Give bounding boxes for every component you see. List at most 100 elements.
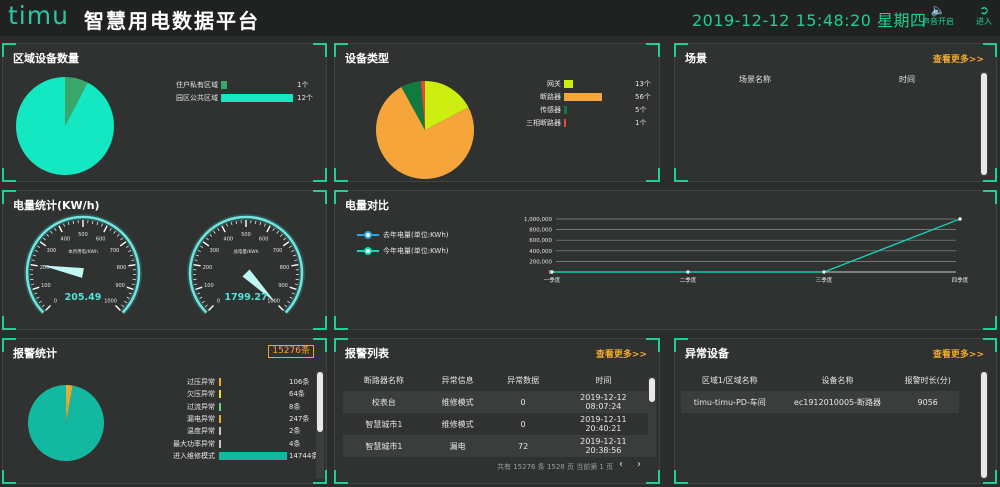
gauge-minor-tick [34,292,38,295]
gauge-needle [41,265,84,278]
legend-label: 园区公共区域 [176,94,218,102]
table-cell: 智慧城市1 [343,435,425,457]
gauge-major-tick [282,241,290,247]
legend-label: 过压异常 [187,378,215,386]
table-row[interactable]: 智慧城市1 漏电 72 2019-12-11 20:38:56 [343,435,651,457]
table-row[interactable]: 智慧城市1 维修模式 0 2019-12-11 20:40:21 [343,413,651,435]
gauge-tick-label: 600 [96,236,106,242]
gauge-minor-tick [206,237,209,241]
legend-value: 106条 [289,378,310,386]
gauge-minor-tick [294,283,298,285]
legend-label: 过流异常 [187,402,215,411]
gauge-major-tick [266,225,271,233]
alarm-list-more-link[interactable]: 查看更多>> [596,347,647,360]
legend-bar [219,427,221,436]
gauge-minor-tick [199,296,203,299]
legend-bar [564,119,566,127]
column-header: 异常数据 [507,375,540,385]
gauge-minor-tick [63,223,65,227]
gauge-tick-label: 300 [47,248,57,254]
legend-value: 2条 [289,427,301,436]
legend-item[interactable]: 今年电量(单位:KWh) [357,246,449,256]
legend-bar [221,94,293,102]
chevron-right-icon[interactable]: › [637,459,641,470]
header-bar: timu 智慧用电数据平台 2019-12-12 15:48:20 星期四 🔈 … [0,0,1000,36]
enter-button[interactable]: ➲ 进入 [964,3,1000,27]
table-cell: 72 [490,435,556,457]
time-clock: 20:38:56 [585,446,622,455]
area-devices-legend: 住户私有区域 1个园区公共区域 12个 [3,44,328,183]
gauge-minor-tick [289,296,293,299]
datetime-display: 2019-12-12 15:48:20 星期四 [692,11,927,30]
panel-alarm-list: 报警列表 查看更多>> 断路器名称 异常信息 异常数据 时间 校表台 维修模式 0 2… [334,338,660,484]
data-point[interactable] [822,270,826,274]
table-cell: 维修模式 [424,391,491,413]
gauge-tick-label: 900 [278,283,288,289]
gauge-major-tick [119,241,127,247]
gauge-minor-tick [126,296,130,299]
page-title: 智慧用电数据平台 [84,9,260,33]
legend-value: 14744条 [289,451,319,460]
y-tick-label: 400,000 [529,249,552,255]
gauge-minor-tick [72,220,74,224]
gauge-minor-tick [276,230,279,234]
gauge-minor-tick [259,222,262,226]
scenes-more-link[interactable]: 查看更多>> [933,52,984,65]
panel-power-compare: 电量对比 去年电量(单位:KWh) 今年电量(单位:KWh) 0 200,000 40… [334,190,997,330]
gauge-tick-label: 400 [224,236,234,242]
gauge-minor-tick [46,234,50,237]
gauge-minor-tick [113,230,116,234]
alarm-stats-scrollbar[interactable] [317,372,323,432]
alarm-list-scrollbar[interactable] [649,378,655,402]
scenes-scrollbar[interactable] [981,73,987,175]
legend-label: 网关 [547,80,561,88]
legend-value: 12个 [297,94,313,102]
table-row[interactable]: timu-timu-PD-车间 ec1912010005-断路器 9056 [681,391,959,413]
alarm-stats-legend: 过压异常 106条 欠压异常 64条 过流异常 8条 漏电异常 247条 温度异常 2条 最大功率异… [3,339,328,485]
gauge-minor-tick [109,228,112,231]
legend-label: 进入维修模式 [173,451,215,460]
legend-item[interactable]: 去年电量(单位:KWh) [357,230,449,240]
gauge-minor-tick [292,254,296,257]
column-header: 场景名称 [739,75,771,84]
table-cell: 校表台 [343,391,425,413]
gauge-minor-tick [50,230,53,234]
gauge-value: 205.49 [65,292,102,303]
legend-value: 1个 [297,81,309,89]
legend-value: 1个 [635,119,647,127]
data-point[interactable] [550,270,554,274]
y-tick-label: 800,000 [529,228,552,234]
gauge-major-tick [45,305,51,311]
gauge-minor-tick [128,250,132,253]
column-header: 时间 [899,75,915,84]
table-row[interactable]: 校表台 维修模式 0 2019-12-12 08:07:24 [343,391,651,413]
legend-swatch [357,231,379,239]
table-cell: 维修模式 [441,419,474,429]
legend-label: 去年电量(单位:KWh) [383,231,449,239]
x-tick-label: 一季度 [544,276,561,284]
chevron-left-icon[interactable]: ‹ [619,459,623,470]
panel-title: 电量统计(KW/h) [13,199,100,212]
data-point[interactable] [686,270,690,274]
legend-label: 住户私有区域 [176,81,218,89]
legend-bar [221,81,227,89]
gauge-minor-tick [294,259,298,261]
gauge-tick-label: 800 [117,265,127,271]
abnormal-devices-scrollbar[interactable] [981,372,987,478]
sound-toggle-button[interactable]: 🔈 声音开启 [918,3,958,27]
table-cell: 9056 [896,391,959,413]
gauge-minor-tick [131,259,135,261]
panel-title: 报警列表 [345,347,389,360]
gauge-minor-tick [38,300,42,304]
gauge-major-tick [115,305,121,311]
logo: timu [8,1,69,30]
data-point[interactable] [958,217,962,221]
gauge-tick-label: 100 [204,283,214,289]
column-header: 区域1/区域名称 [701,375,758,385]
legend-label: 漏电异常 [187,414,215,423]
abnormal-devices-more-link[interactable]: 查看更多>> [933,347,984,360]
legend-label: 三相断路器 [526,119,561,127]
gauge-minor-tick [255,220,257,224]
gauge-major-tick [103,225,108,233]
legend-label: 传感器 [540,106,561,114]
